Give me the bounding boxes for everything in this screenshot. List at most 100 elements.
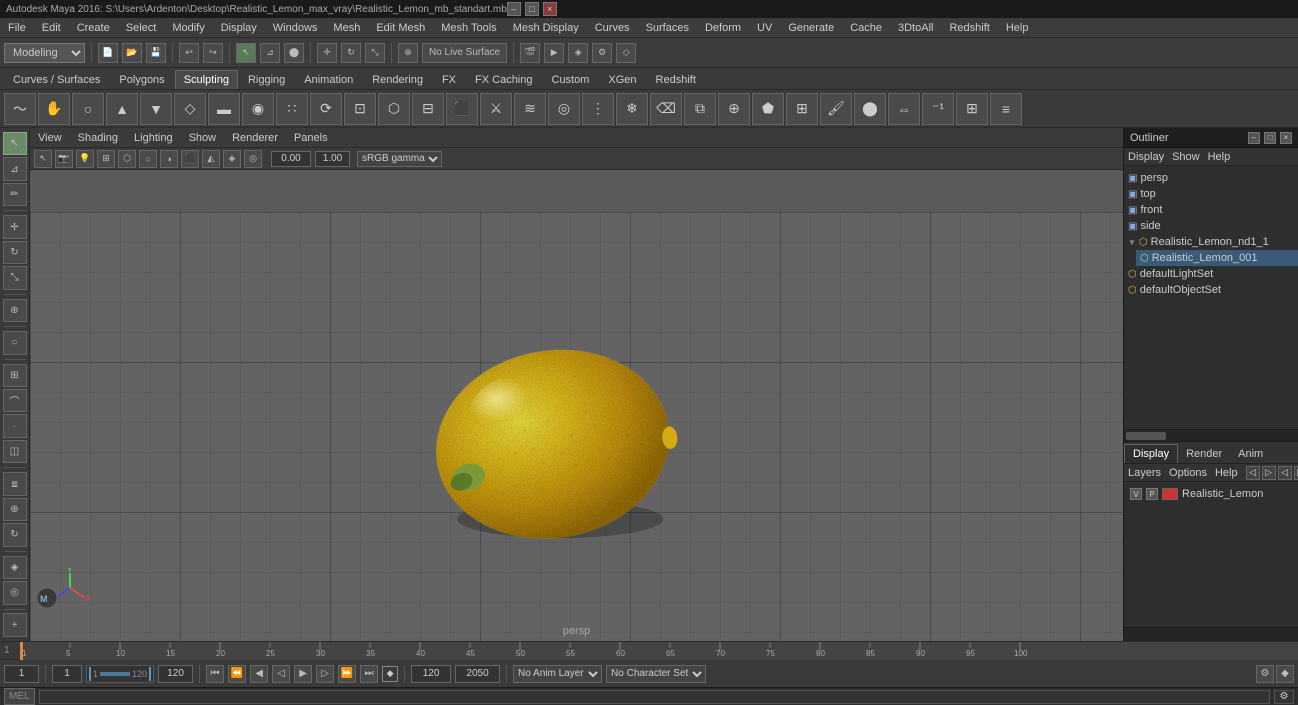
menu-curves[interactable]: Curves (591, 20, 634, 36)
shelf-icon-bake[interactable]: ⬤ (854, 93, 886, 125)
cb-menu-layers[interactable]: Layers (1128, 467, 1161, 479)
shelf-icon-scrape[interactable]: ⊟ (412, 93, 444, 125)
shelf-icon-smooth[interactable]: ○ (72, 93, 104, 125)
snap-icon[interactable]: ⊕ (398, 43, 418, 63)
menu-cache[interactable]: Cache (846, 20, 886, 36)
ipr-icon[interactable]: ◈ (568, 43, 588, 63)
menu-edit[interactable]: Edit (38, 20, 65, 36)
shelf-icon-erase[interactable]: ⌫ (650, 93, 682, 125)
shelf-icon-relax[interactable]: 〜 (4, 93, 36, 125)
menu-mesh-display[interactable]: Mesh Display (509, 20, 583, 36)
shelf-icon-bulge[interactable]: ◎ (548, 93, 580, 125)
tab-render[interactable]: Render (1178, 445, 1230, 463)
menu-surfaces[interactable]: Surfaces (642, 20, 693, 36)
character-selector[interactable]: No Character Set (606, 665, 706, 683)
outliner-item-front[interactable]: ▣ front (1124, 202, 1298, 218)
vp-menu-shading[interactable]: Shading (74, 130, 122, 146)
lasso-icon[interactable]: ⊿ (260, 43, 280, 63)
cb-next2-btn[interactable]: ▷ (1294, 466, 1298, 480)
vp-shadow-icon[interactable]: ◭ (202, 150, 220, 168)
snap-grid-btn[interactable]: ⊞ (3, 364, 27, 387)
shelf-icon-foamy[interactable]: ◉ (242, 93, 274, 125)
new-file-icon[interactable]: 📄 (98, 43, 118, 63)
expand-btn[interactable]: + (3, 613, 27, 636)
shelf-icon-subdivide[interactable]: ⊞ (956, 93, 988, 125)
tab-animation[interactable]: Animation (295, 70, 362, 89)
tab-sculpting[interactable]: Sculpting (175, 70, 238, 89)
shelf-icon-flatten[interactable]: ▬ (208, 93, 240, 125)
paint-select-icon[interactable]: ⬤ (284, 43, 304, 63)
shelf-icon-transform[interactable]: ⊞ (786, 93, 818, 125)
range-fill[interactable] (100, 672, 130, 676)
menu-windows[interactable]: Windows (269, 20, 322, 36)
tab-custom[interactable]: Custom (543, 70, 599, 89)
shelf-icon-push[interactable]: ▲ (106, 93, 138, 125)
range-bar[interactable]: 1 120 (86, 665, 154, 683)
open-file-icon[interactable]: 📂 (122, 43, 142, 63)
tab-xgen[interactable]: XGen (599, 70, 645, 89)
no-live-surface-btn[interactable]: No Live Surface (422, 43, 507, 63)
undo-icon[interactable]: ↩ (179, 43, 199, 63)
menu-help[interactable]: Help (1002, 20, 1033, 36)
cb-prev2-btn[interactable]: ◁ (1278, 466, 1292, 480)
menu-display[interactable]: Display (217, 20, 261, 36)
goto-start-btn[interactable]: ⏮ (206, 665, 224, 683)
menu-redshift[interactable]: Redshift (945, 20, 993, 36)
layer-v-check[interactable]: V (1130, 488, 1142, 500)
menu-select[interactable]: Select (122, 20, 161, 36)
mode-selector[interactable]: Modeling Rigging Animation FX Rendering (4, 43, 85, 63)
menu-modify[interactable]: Modify (168, 20, 208, 36)
shelf-icon-pinch[interactable]: ◇ (174, 93, 206, 125)
shelf-icon-mirror[interactable]: ⇔ (888, 93, 920, 125)
camera-orbit-btn[interactable]: ↻ (3, 523, 27, 546)
vp-menu-panels[interactable]: Panels (290, 130, 332, 146)
menu-mesh-tools[interactable]: Mesh Tools (437, 20, 500, 36)
menu-3dto[interactable]: 3DtoAll (894, 20, 937, 36)
vp-value-input[interactable] (271, 151, 311, 167)
auto-key-btn[interactable]: ◆ (382, 666, 398, 682)
cb-prev-btn[interactable]: ◁ (1246, 466, 1260, 480)
vp-select-icon[interactable]: ↖ (34, 150, 52, 168)
outliner-item-side[interactable]: ▣ side (1124, 218, 1298, 234)
menu-mesh[interactable]: Mesh (329, 20, 364, 36)
render-icon[interactable]: 🎬 (520, 43, 540, 63)
display-toggle-btn[interactable]: ◈ (3, 556, 27, 579)
vp-shading-icon[interactable]: ◑ (160, 150, 178, 168)
shelf-icon-grab[interactable]: ✋ (38, 93, 70, 125)
outliner-item-persp[interactable]: ▣ persp (1124, 170, 1298, 186)
play-fwd-btn[interactable]: ▶ (294, 665, 312, 683)
max-frames-input[interactable] (411, 665, 451, 683)
snap-point-btn[interactable]: · (3, 414, 27, 437)
menu-create[interactable]: Create (73, 20, 114, 36)
outliner-item-lemon-group[interactable]: ▼ ⬡ Realistic_Lemon_nd1_1 (1124, 234, 1298, 250)
vp-light-icon[interactable]: 💡 (76, 150, 94, 168)
outliner-maximize-btn[interactable]: □ (1264, 132, 1276, 144)
menu-uv[interactable]: UV (753, 20, 776, 36)
vp-menu-view[interactable]: View (34, 130, 66, 146)
vp-texture-icon[interactable]: ⬛ (181, 150, 199, 168)
shelf-icon-wax[interactable]: ⬡ (378, 93, 410, 125)
vp-camera-icon[interactable]: 📷 (55, 150, 73, 168)
shelf-icon-paint-select[interactable]: 🖌 (820, 93, 852, 125)
vp-xray-icon[interactable]: ◈ (223, 150, 241, 168)
render-settings-icon[interactable]: ⚙ (592, 43, 612, 63)
scale-tool-btn[interactable]: ⤡ (3, 266, 27, 289)
script-settings-btn[interactable]: ⚙ (1274, 690, 1294, 704)
shelf-icon-imprint[interactable]: ⊡ (344, 93, 376, 125)
scale-icon[interactable]: ⤡ (365, 43, 385, 63)
outliner-item-lemon-mesh[interactable]: ⬡ Realistic_Lemon_001 (1136, 250, 1298, 266)
step-fwd-btn[interactable]: ▷ (316, 665, 334, 683)
tab-rendering[interactable]: Rendering (363, 70, 432, 89)
camera-zoom-btn[interactable]: ⊕ (3, 498, 27, 521)
outliner-item-top[interactable]: ▣ top (1124, 186, 1298, 202)
shelf-icon-project[interactable]: ⬟ (752, 93, 784, 125)
maximize-button[interactable]: □ (525, 2, 539, 16)
layer-p-check[interactable]: P (1146, 488, 1158, 500)
outliner-item-object-set[interactable]: ⬡ defaultObjectSet (1124, 282, 1298, 298)
outliner-content[interactable]: ▣ persp ▣ top ▣ front ▣ side (1124, 166, 1298, 429)
viewport-3d[interactable]: persp X Y Z (30, 170, 1123, 641)
shelf-icon-flood[interactable]: ≡ (990, 93, 1022, 125)
outliner-menu-show[interactable]: Show (1172, 151, 1200, 163)
anim-layer-selector[interactable]: No Anim Layer (513, 665, 602, 683)
vp-wireframe-icon[interactable]: ⬡ (118, 150, 136, 168)
